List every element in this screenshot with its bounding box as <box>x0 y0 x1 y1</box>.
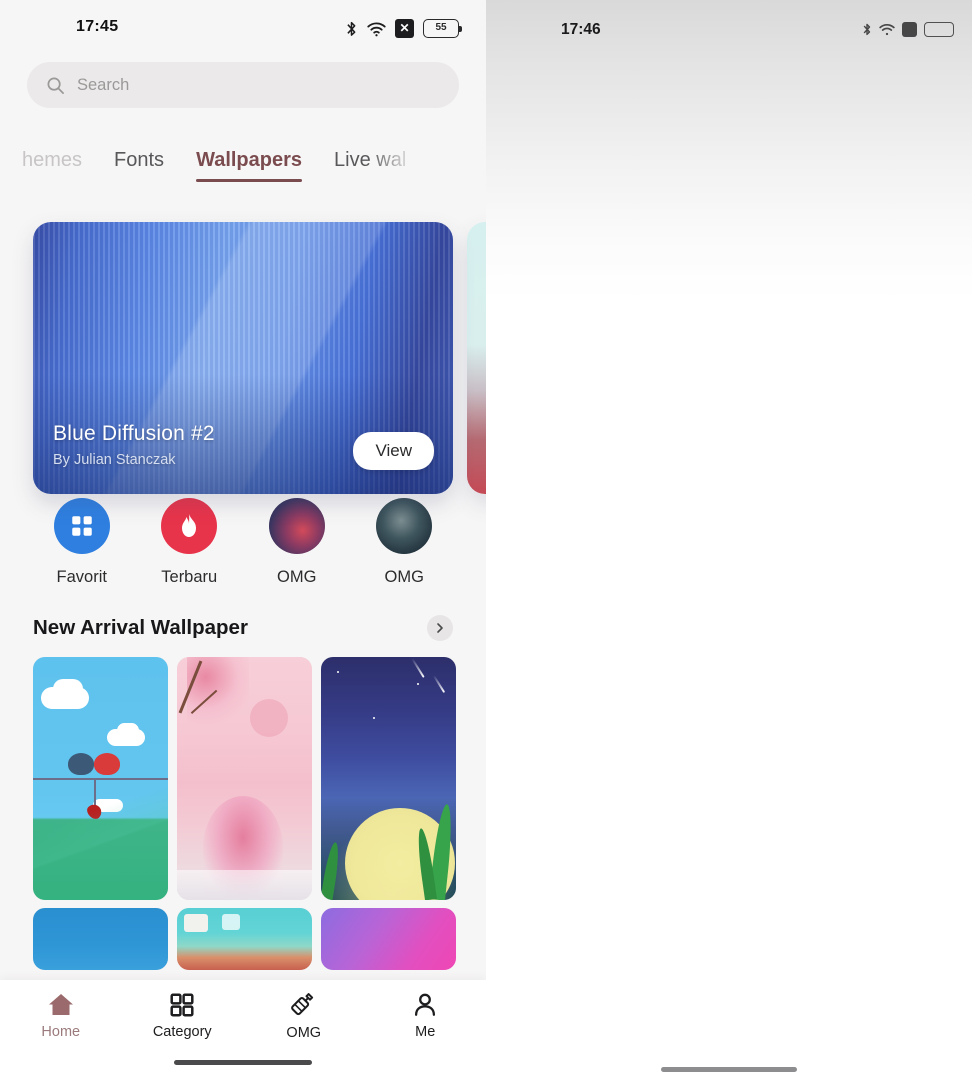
view-button[interactable]: View <box>353 432 434 470</box>
detail-status-bar-icons <box>862 22 954 37</box>
category-omg-1[interactable]: OMG <box>243 498 351 587</box>
bluetooth-icon <box>347 21 356 36</box>
tab-fonts[interactable]: Fonts <box>114 149 164 182</box>
photo-thumbnail-icon <box>268 498 325 554</box>
home-icon <box>48 994 73 1015</box>
category-label: OMG <box>277 568 317 586</box>
category-omg-2[interactable]: OMG <box>351 498 459 587</box>
featured-card-next[interactable] <box>467 222 486 494</box>
grid-icon <box>170 993 194 1017</box>
wallpaper-home-screen: 17:45 ✕ 55 Search hemes Fonts Wallpapers… <box>0 0 486 1080</box>
nav-label: Category <box>152 1024 212 1040</box>
battery-icon: 55 <box>423 19 462 38</box>
detail-header-backdrop <box>486 0 972 300</box>
flame-icon <box>161 498 218 554</box>
category-label: Favorit <box>56 568 107 586</box>
no-sim-icon <box>902 22 917 37</box>
detail-status-bar-time: 17:46 <box>561 21 601 38</box>
category-shortcut-row: Favorit Terbaru OMG OMG <box>0 498 486 587</box>
person-icon <box>415 993 436 1016</box>
featured-author: By Julian Stanczak <box>53 452 176 468</box>
bottom-navigation-bar: Home Category OMG Me <box>0 980 486 1080</box>
category-label: Terbaru <box>161 568 218 586</box>
featured-card[interactable]: Blue Diffusion #2 By Julian Stanczak Vie… <box>33 222 453 494</box>
detail-home-indicator <box>661 1067 797 1072</box>
nav-label: OMG <box>286 1025 322 1041</box>
status-bar: 17:45 ✕ 55 <box>0 0 486 56</box>
status-bar-icons: ✕ 55 <box>345 19 462 38</box>
chevron-right-glyph <box>437 623 443 633</box>
section-title: New Arrival Wallpaper <box>33 616 248 639</box>
photo-thumbnail-icon <box>376 498 433 554</box>
battery-icon <box>924 22 954 37</box>
status-bar-time: 17:45 <box>76 18 119 35</box>
bluetooth-icon <box>863 23 871 36</box>
tab-themes[interactable]: hemes <box>22 149 82 182</box>
search-placeholder: Search <box>77 75 130 94</box>
nav-label: Me <box>415 1024 436 1040</box>
grid-squares-icon <box>53 498 110 554</box>
nav-item-category[interactable]: Category <box>122 992 244 1040</box>
wallpaper-thumb-pubg-beach[interactable] <box>177 908 312 970</box>
wifi-icon <box>367 22 386 36</box>
no-sim-icon: ✕ <box>395 19 414 38</box>
category-tab-bar[interactable]: hemes Fonts Wallpapers Live wal <box>0 134 486 182</box>
nav-item-omg[interactable]: OMG <box>243 992 365 1041</box>
dual-screenshot-container: 17:45 ✕ 55 Search hemes Fonts Wallpapers… <box>0 0 972 1080</box>
search-icon <box>47 77 64 94</box>
featured-carousel[interactable]: Blue Diffusion #2 By Julian Stanczak Vie… <box>0 204 486 494</box>
nav-item-home[interactable]: Home <box>0 992 122 1040</box>
category-terbaru[interactable]: Terbaru <box>136 498 244 587</box>
new-arrival-section-header: New Arrival Wallpaper <box>0 615 486 641</box>
chevron-right-icon[interactable] <box>427 615 453 641</box>
category-favorit[interactable]: Favorit <box>28 498 136 587</box>
tab-live-wallpapers[interactable]: Live wal <box>334 149 406 182</box>
paint-roller-icon <box>290 993 313 1016</box>
nav-item-me[interactable]: Me <box>365 992 487 1040</box>
search-input[interactable]: Search <box>27 62 459 108</box>
category-label: OMG <box>384 568 424 586</box>
wifi-icon <box>879 23 895 36</box>
home-indicator <box>174 1060 312 1065</box>
wallpaper-thumb-birds[interactable] <box>33 657 168 900</box>
wallpaper-thumb-pink-purple[interactable] <box>321 908 456 970</box>
wallpaper-detail-screen: 17:46 Aquamorphic Wallpaper Blue Diffusi… <box>486 0 972 1080</box>
wallpaper-thumb-cherry-blossom[interactable] <box>177 657 312 900</box>
nav-label: Home <box>41 1024 81 1040</box>
flame-glyph <box>182 514 197 537</box>
battery-level: 55 <box>435 22 447 33</box>
featured-title: Blue Diffusion #2 <box>53 422 215 445</box>
new-arrival-grid <box>0 657 486 970</box>
tab-wallpapers[interactable]: Wallpapers <box>196 149 302 182</box>
grid-squares-glyph <box>72 516 92 536</box>
wallpaper-thumb-night-moon[interactable] <box>321 657 456 900</box>
wallpaper-thumb-blue-gradient[interactable] <box>33 908 168 970</box>
